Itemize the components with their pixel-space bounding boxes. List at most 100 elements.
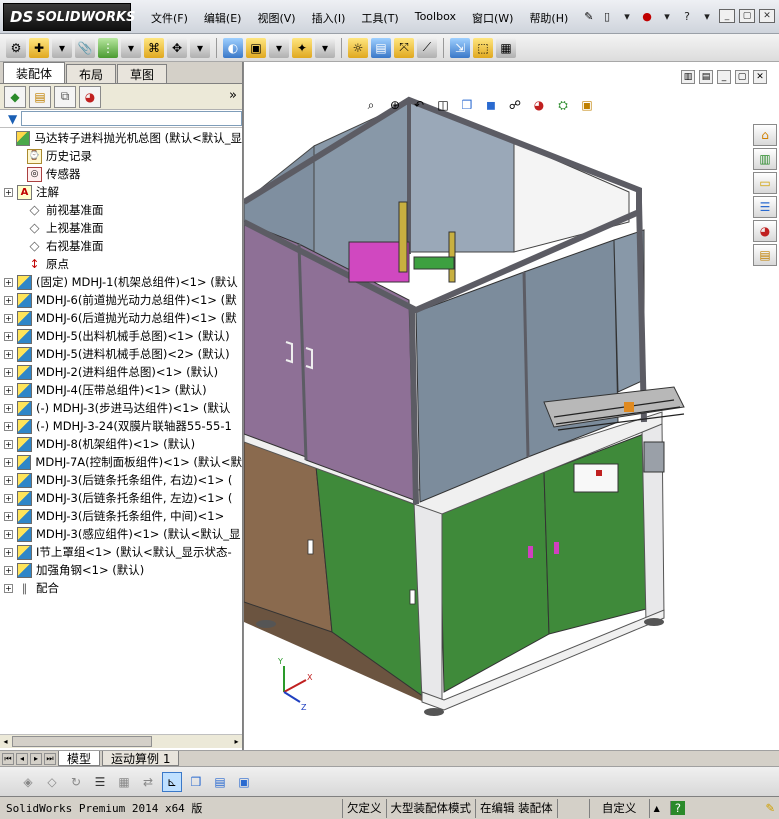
zoom-to-area-icon[interactable]: ⊕ xyxy=(386,96,404,114)
expand-icon[interactable]: + xyxy=(4,367,13,377)
smart-fasteners-icon[interactable]: ⌘ xyxy=(144,37,164,58)
exploded-view-icon[interactable]: ⤧ xyxy=(394,37,414,58)
assembly-features-icon[interactable]: ▣ xyxy=(246,37,266,58)
status-units-arrow-icon[interactable]: ▲ xyxy=(648,798,664,818)
apply-scene-icon[interactable]: ⛭ xyxy=(554,96,572,114)
tree-item[interactable]: ◇ 前视基准面 xyxy=(0,201,242,219)
dropdown-arrow-icon[interactable]: ▾ xyxy=(190,37,210,58)
expand-icon[interactable]: + xyxy=(4,529,13,539)
status-tag-icon[interactable]: ✎ xyxy=(761,799,779,818)
show-hidden-icon[interactable]: ◐ xyxy=(223,37,243,58)
next-tab-icon[interactable]: ▸ xyxy=(30,752,42,765)
tree-item[interactable]: + MDHJ-6(后道抛光动力总组件)<1> (默 xyxy=(0,309,242,327)
display-manager-tab-icon[interactable]: ◕ xyxy=(79,85,101,108)
expand-icon[interactable]: + xyxy=(4,565,13,575)
property-manager-tab-icon[interactable]: ▤ xyxy=(29,85,51,108)
linear-pattern-icon[interactable]: ⋮ xyxy=(98,37,118,58)
dropdown-arrow-icon[interactable]: ▾ xyxy=(315,37,335,58)
expand-icon[interactable]: + xyxy=(4,349,13,359)
expand-icon[interactable]: + xyxy=(4,493,13,503)
expand-icon[interactable]: + xyxy=(4,385,13,395)
tree-item[interactable]: + MDHJ-4(压带总组件)<1> (默认) xyxy=(0,381,242,399)
mate-icon[interactable]: 📎 xyxy=(75,37,95,58)
expand-icon[interactable]: + xyxy=(4,331,13,341)
close-icon[interactable]: ✕ xyxy=(759,9,775,23)
restore-icon[interactable]: ▢ xyxy=(739,9,755,23)
help-icon[interactable]: ? xyxy=(679,8,695,24)
tree-item[interactable]: + (固定) MDHJ-1(机架总组件)<1> (默认 xyxy=(0,273,242,291)
tab-assembly[interactable]: 装配体 xyxy=(3,62,66,83)
minimize-icon[interactable]: _ xyxy=(717,70,731,84)
menu-view[interactable]: 视图(V) xyxy=(249,8,303,28)
table-icon[interactable]: ▤ xyxy=(210,772,230,792)
new-motion-study-icon[interactable]: ☼ xyxy=(348,37,368,58)
expand-icon[interactable]: + xyxy=(4,313,13,323)
expand-icon[interactable]: + xyxy=(4,583,13,593)
tree-item[interactable]: + MDHJ-8(机架组件)<1> (默认) xyxy=(0,435,242,453)
list-icon[interactable]: ☰ xyxy=(90,772,110,792)
tree-item[interactable]: + I节上罩组<1> (默认<默认_显示状态- xyxy=(0,543,242,561)
minimize-icon[interactable]: _ xyxy=(719,9,735,23)
menu-help[interactable]: 帮助(H) xyxy=(521,8,576,28)
previous-view-icon[interactable]: ↶ xyxy=(410,96,428,114)
tree-item[interactable]: + 加强角钢<1> (默认) xyxy=(0,561,242,579)
interference-detection-icon[interactable]: ⇲ xyxy=(450,37,470,58)
hide-show-items-icon[interactable]: ☍ xyxy=(506,96,524,114)
view-settings-icon[interactable]: ▣ xyxy=(578,96,596,114)
reference-geometry-icon[interactable]: ✦ xyxy=(292,37,312,58)
tree-item[interactable]: + MDHJ-3(后链条托条组件, 左边)<1> ( xyxy=(0,489,242,507)
tab-model[interactable]: 模型 xyxy=(58,751,101,766)
tile-horizontal-icon[interactable]: ▥ xyxy=(681,70,695,84)
dropdown-arrow-icon[interactable]: ▾ xyxy=(699,8,715,24)
more-tabs-icon[interactable]: » xyxy=(229,88,237,103)
tree-item[interactable]: + ∥ 配合 xyxy=(0,579,242,597)
expand-icon[interactable]: + xyxy=(4,421,13,431)
dropdown-arrow-icon[interactable]: ▾ xyxy=(269,37,289,58)
scroll-left-icon[interactable]: ◂ xyxy=(0,736,11,747)
bill-of-materials-icon[interactable]: ▤ xyxy=(371,37,391,58)
restore-icon[interactable]: ▢ xyxy=(735,70,749,84)
expand-icon[interactable]: + xyxy=(4,475,13,485)
status-help-icon[interactable]: ? xyxy=(669,801,685,815)
section-view-icon[interactable]: ◫ xyxy=(434,96,452,114)
tree-item[interactable]: + MDHJ-3(后链条托条组件, 中间)<1> xyxy=(0,507,242,525)
view-palette-icon[interactable]: ☰ xyxy=(753,196,777,218)
expand-icon[interactable]: + xyxy=(4,457,13,467)
expand-icon[interactable]: + xyxy=(4,277,13,287)
save-icon[interactable]: ▣ xyxy=(234,772,254,792)
tree-horizontal-scrollbar[interactable]: ◂ ▸ xyxy=(0,734,242,748)
move-component-icon[interactable]: ✥ xyxy=(167,37,187,58)
scrollbar-thumb[interactable] xyxy=(12,736,152,747)
instant3d-icon[interactable]: ⬚ xyxy=(473,37,493,58)
expand-icon[interactable]: + xyxy=(4,295,13,305)
dropdown-arrow-icon[interactable]: ▾ xyxy=(52,37,72,58)
tile-vertical-icon[interactable]: ▤ xyxy=(699,70,713,84)
custom-properties-icon[interactable]: ▤ xyxy=(753,244,777,266)
view-orientation-icon[interactable]: ❒ xyxy=(458,96,476,114)
tree-item[interactable]: 马达转子进料抛光机总图 (默认<默认_显 xyxy=(0,129,242,147)
dropdown-arrow-icon[interactable]: ▾ xyxy=(121,37,141,58)
explode-line-sketch-icon[interactable]: ⟋ xyxy=(417,37,437,58)
dropdown-arrow-icon[interactable]: ▾ xyxy=(659,8,675,24)
filter-icon[interactable]: ▼ xyxy=(8,112,17,126)
tree-item[interactable]: + MDHJ-5(进料机械手总图)<2> (默认) xyxy=(0,345,242,363)
first-tab-icon[interactable]: ⏮ xyxy=(2,752,14,765)
swap-icon[interactable]: ⇄ xyxy=(138,772,158,792)
tree-item[interactable]: + MDHJ-3(感应组件)<1> (默认<默认_显 xyxy=(0,525,242,543)
part-icon[interactable]: ◇ xyxy=(42,772,62,792)
new-file-icon[interactable]: ▯ xyxy=(599,8,615,24)
tree-item[interactable]: ◇ 上视基准面 xyxy=(0,219,242,237)
edit-appearance-icon[interactable]: ◕ xyxy=(530,96,548,114)
zoom-to-fit-icon[interactable]: ⌕ xyxy=(362,96,380,114)
expand-icon[interactable]: + xyxy=(4,403,13,413)
tree-filter-input[interactable] xyxy=(21,111,242,126)
expand-icon[interactable]: + xyxy=(4,187,13,197)
insert-component-icon[interactable]: ✚ xyxy=(29,37,49,58)
speedpak-icon[interactable]: ▦ xyxy=(496,37,516,58)
feature-tree-tab-icon[interactable]: ◆ xyxy=(4,85,26,108)
tab-motion-study[interactable]: 运动算例 1 xyxy=(102,751,180,766)
grid-icon[interactable]: ▦ xyxy=(114,772,134,792)
traffic-light-icon[interactable]: ● xyxy=(639,8,655,24)
configuration-manager-tab-icon[interactable]: ⧉ xyxy=(54,85,76,108)
edit-component-icon[interactable]: ⚙ xyxy=(6,37,26,58)
